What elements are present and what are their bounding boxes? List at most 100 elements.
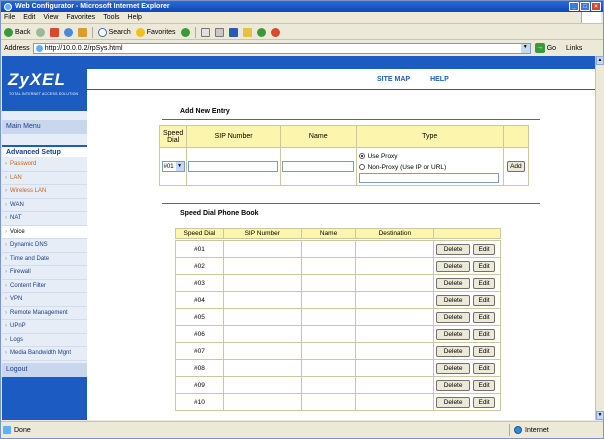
status-bar: Done Internet — [1, 421, 603, 438]
history-button[interactable] — [180, 27, 190, 37]
folder-button[interactable] — [242, 27, 252, 37]
menu-favorites[interactable]: Favorites — [66, 14, 95, 21]
research-button[interactable] — [270, 27, 280, 37]
print-button[interactable] — [214, 27, 224, 37]
use-proxy-option[interactable]: Use Proxy — [358, 151, 501, 162]
address-input[interactable]: http://10.0.0.2/rpSys.html ▼ — [32, 42, 531, 54]
use-proxy-radio[interactable] — [358, 153, 365, 159]
name-cell — [300, 393, 357, 411]
menu-tools[interactable]: Tools — [103, 14, 119, 21]
delete-button[interactable]: Delete — [436, 243, 471, 255]
sidebar-item-dynamic-dns[interactable]: Dynamic DNS — [2, 239, 87, 253]
sidebar-item-password[interactable]: Password — [2, 158, 87, 172]
scroll-up-icon[interactable]: ▲ — [596, 56, 604, 65]
edit-button[interactable]: Edit — [473, 294, 496, 306]
zone-label: Internet — [525, 426, 549, 434]
windows-logo-icon — [581, 12, 601, 23]
sidebar-item-lan[interactable]: LAN — [2, 172, 87, 185]
menu-file[interactable]: File — [4, 14, 15, 21]
site-map-link[interactable]: SITE MAP — [377, 76, 410, 83]
menu-help[interactable]: Help — [128, 14, 142, 21]
go-button[interactable]: → Go — [534, 43, 556, 53]
edit-button[interactable]: Edit — [473, 243, 496, 255]
destination-input[interactable] — [358, 172, 499, 183]
speed-dial-cell: #01 ▼ — [158, 147, 188, 186]
back-arrow-icon — [4, 27, 13, 37]
forward-button[interactable] — [35, 27, 45, 37]
phone-book-body: #01 Delete Edit #02 Delete Edit #03 Delete Edit #… — [175, 240, 501, 411]
security-zone: Internet — [509, 424, 549, 436]
col-type: Type — [355, 125, 504, 148]
sidebar-item-logs[interactable]: Logs — [2, 334, 87, 347]
edit-button[interactable]: Edit — [473, 362, 496, 374]
non-proxy-option[interactable]: Non-Proxy (Use IP or URL) — [358, 162, 501, 173]
sidebar-item-voice[interactable]: Voice — [2, 225, 87, 239]
sip-number-input[interactable] — [188, 161, 279, 172]
close-icon[interactable]: × — [591, 2, 601, 11]
favorites-button[interactable]: Favorites — [135, 27, 176, 37]
logout-link[interactable]: Logout — [2, 363, 87, 377]
delete-button[interactable]: Delete — [436, 379, 471, 391]
delete-button[interactable]: Delete — [436, 311, 471, 323]
edit-button[interactable]: Edit — [473, 277, 496, 289]
sidebar-item-firewall[interactable]: Firewall — [2, 266, 87, 280]
globe-icon — [514, 426, 522, 434]
delete-button[interactable]: Delete — [436, 260, 471, 272]
delete-button[interactable]: Delete — [436, 328, 471, 340]
refresh-button[interactable] — [63, 27, 73, 37]
sidebar-item-content-filter[interactable]: Content Filter — [2, 280, 87, 293]
destination-cell — [355, 359, 435, 377]
delete-button[interactable]: Delete — [436, 277, 471, 289]
sidebar-item-vpn[interactable]: VPN — [2, 293, 87, 307]
delete-button[interactable]: Delete — [436, 294, 471, 306]
destination-cell — [355, 274, 435, 292]
name-cell — [300, 291, 357, 309]
menu-view[interactable]: View — [43, 14, 58, 21]
maximize-icon[interactable]: □ — [580, 2, 590, 11]
add-button[interactable]: Add — [507, 161, 525, 172]
refresh-icon — [63, 27, 73, 37]
name-cell — [300, 240, 357, 258]
destination-cell — [355, 325, 435, 343]
help-link[interactable]: HELP — [430, 76, 449, 83]
sip-number-cell — [222, 325, 302, 343]
links-button[interactable]: Links — [566, 45, 582, 52]
sidebar-nav: Password LAN Wireless LAN WAN NAT Voice … — [2, 158, 87, 361]
scroll-down-icon[interactable]: ▼ — [596, 411, 604, 420]
sidebar-item-remote-management[interactable]: Remote Management — [2, 307, 87, 320]
stop-button[interactable] — [49, 27, 59, 37]
edit-button[interactable]: Edit — [473, 311, 496, 323]
delete-button[interactable]: Delete — [436, 396, 471, 408]
non-proxy-radio[interactable] — [358, 164, 365, 170]
menu-edit[interactable]: Edit — [23, 14, 35, 21]
edit-button[interactable]: Edit — [473, 328, 496, 340]
main-menu-link[interactable]: Main Menu — [2, 120, 87, 134]
edit-button[interactable]: Edit — [473, 396, 496, 408]
sip-number-cell — [222, 342, 302, 360]
destination-cell — [355, 240, 435, 258]
sidebar-item-time-and-date[interactable]: Time and Date — [2, 253, 87, 266]
speed-dial-select[interactable]: #01 ▼ — [161, 161, 185, 172]
sidebar-item-media-bandwidth[interactable]: Media Bandwidth Mgnt — [2, 347, 87, 361]
edit-button[interactable]: Edit — [473, 345, 496, 357]
edit-page-button[interactable] — [228, 27, 238, 37]
chevron-down-icon[interactable]: ▼ — [520, 43, 530, 53]
edit-button[interactable]: Edit — [473, 379, 496, 391]
sidebar-item-nat[interactable]: NAT — [2, 212, 87, 226]
sidebar-item-upnp[interactable]: UPnP — [2, 320, 87, 334]
sidebar-item-wireless-lan[interactable]: Wireless LAN — [2, 185, 87, 199]
sip-number-cell — [222, 376, 302, 394]
name-input[interactable] — [281, 161, 354, 172]
delete-button[interactable]: Delete — [436, 345, 471, 357]
sidebar-item-wan[interactable]: WAN — [2, 199, 87, 212]
mail-button[interactable] — [200, 27, 210, 37]
messenger-button[interactable] — [256, 27, 266, 37]
destination-cell — [355, 342, 435, 360]
minimize-icon[interactable]: _ — [569, 2, 579, 11]
vertical-scrollbar[interactable]: ▲ ▼ — [595, 56, 604, 420]
back-button[interactable]: Back — [4, 27, 31, 37]
delete-button[interactable]: Delete — [436, 362, 471, 374]
home-button[interactable] — [77, 27, 87, 37]
edit-button[interactable]: Edit — [473, 260, 496, 272]
search-button[interactable]: Search — [97, 27, 131, 37]
